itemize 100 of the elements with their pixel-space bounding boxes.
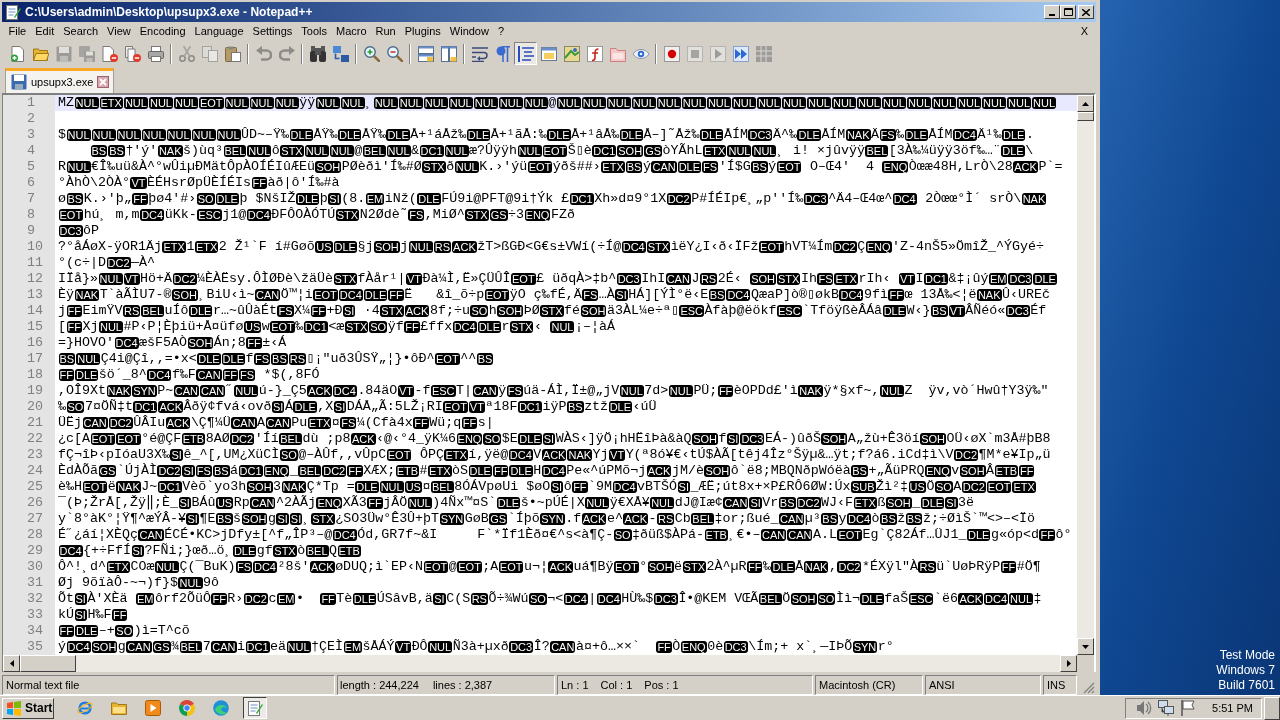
minimize-icon [1049,14,1055,16]
binary-text: è‰H [58,479,82,495]
control-char-badge: ACK [541,449,567,461]
tab[interactable]: upsupx3.exe [5,68,115,93]
menu-item[interactable]: Macro [331,24,372,39]
menu-item[interactable]: Search [58,24,103,39]
control-char-badge: CAN [82,417,108,429]
binary-text: ¿c[A [58,431,90,447]
binary-text: þ $NšIŽ [239,191,296,207]
binary-text: Ñ3à+µxð [452,639,509,655]
binary-text: šÅÁÝ [362,639,395,655]
control-char-badge: DC3 [740,433,765,445]
control-char-badge: BS [58,353,76,365]
menu-item[interactable]: Encoding [135,24,191,39]
binary-text: Ë &î_õ÷p [404,287,485,303]
line-number: 2 [27,111,35,127]
binary-text: A [257,415,266,431]
menu-item[interactable]: File [4,24,31,39]
binary-text: Ô^!¸d^ [58,559,106,575]
close-document-button[interactable]: X [1078,24,1090,39]
control-char-badge: ACK [310,561,335,573]
control-char-badge: ETX [703,145,727,157]
control-char-badge: DC2 [322,465,347,477]
control-char-badge: BEL [141,305,165,317]
control-char-badge: NUL [752,145,777,157]
binary-text: Xh»d¤9°1X [594,191,667,207]
menu-item[interactable]: Language [190,24,249,39]
control-char-badge: BEL [362,145,386,157]
binary-text: ¾ [171,639,179,655]
binary-text: XÆX; [363,463,396,479]
control-char-badge: NAK [567,449,593,461]
control-char-badge: SOH [885,497,912,509]
taskbar-app-button[interactable] [243,697,267,719]
control-char-badge: FF [66,321,82,333]
binary-text: ÅŸ‰ [313,127,338,143]
control-char-badge: SO [528,593,547,605]
binary-text: K.›'þ„ [83,191,132,207]
binary-text: H‰F [87,607,112,623]
close-button[interactable] [1078,5,1094,19]
control-char-badge: SOH [91,641,118,653]
binary-text: WJ‹F [821,495,853,511]
scroll-up-button[interactable] [1077,95,1094,112]
binary-text: Vèõ`yo3h [182,479,247,495]
scroll-right-button[interactable] [1060,655,1077,672]
control-char-badge: CAN [665,273,691,285]
control-char-badge: FF [888,289,904,301]
menu-item[interactable]: Run [371,24,401,39]
close-icon[interactable] [97,76,110,88]
start-button[interactable]: Start [2,697,54,719]
control-char-badge: RS [433,241,452,253]
minimize-button[interactable] [1044,5,1060,19]
binary-text: P~ [157,383,174,399]
control-char-badge: SYN [540,513,565,525]
show-desktop-button[interactable] [1264,696,1280,720]
scrollbar-thumb[interactable] [20,655,76,672]
menu-item[interactable]: Settings [248,24,297,39]
menu-item[interactable]: Plugins [400,24,446,39]
control-char-badge: BS [625,161,643,173]
control-char-badge: DC4 [508,449,533,461]
control-char-badge: SO [196,193,215,205]
control-char-badge: SI [289,513,303,525]
control-char-badge: CAN [779,513,805,525]
menu-item[interactable]: Edit [30,24,59,39]
control-char-badge: CAN [138,529,164,541]
binary-text: Žì²‡ [876,479,909,495]
scroll-left-button[interactable] [3,655,20,672]
binary-text: ª18F [485,399,518,415]
control-char-badge: FF [367,497,383,509]
scrollbar-thumb[interactable] [1077,112,1094,121]
control-char-badge: SOH [373,241,400,253]
binary-text: Ö™¦i [280,287,313,303]
menu-item[interactable]: Window [445,24,494,39]
line-number: 10 [27,239,43,255]
binary-text: øDUQ;ì`EP‹N [335,559,424,575]
binary-text: 2À^µR [706,559,747,575]
control-char-badge: VT [609,449,626,461]
control-char-badge: EM [276,593,296,605]
menu-item[interactable]: ? [493,24,509,39]
control-char-badge: NAK [157,145,183,157]
binary-text: ¼ÈÀËsy.ÔÌØÐè\žäÜè [197,271,334,287]
menu-item[interactable]: Tools [296,24,332,39]
control-char-badge: ESC [197,209,222,221]
menu-item[interactable]: View [102,24,136,39]
binary-text: g [267,511,276,527]
scroll-down-button[interactable] [1077,638,1094,655]
control-char-badge: SOH [241,513,268,525]
binary-text: ¸BiU‹ì~ [198,287,255,303]
maximize-button[interactable] [1060,5,1076,19]
control-char-badge: DC3 [616,273,641,285]
control-char-badge: DC2 [666,193,691,205]
control-char-badge: DLE [232,545,257,557]
line-number: 5 [27,159,35,175]
control-char-badge: FS [506,385,523,397]
binary-text: À'XÈä [87,591,129,607]
binary-text: ,OÎ9Xt [58,383,106,399]
control-char-badge: ETX [834,273,858,285]
binary-text: Å [795,559,804,575]
binary-text: `ÚjÀÌ [116,463,157,479]
line-number: 18 [27,367,43,383]
close-icon [1082,8,1090,16]
